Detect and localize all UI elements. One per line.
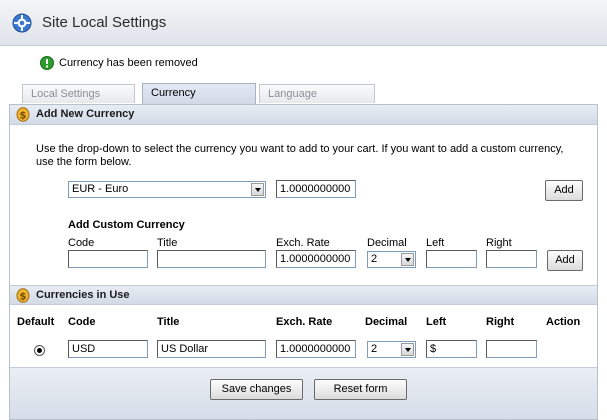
custom-code-input[interactable] (68, 250, 148, 268)
add-custom-currency-title: Add Custom Currency (68, 219, 185, 231)
custom-rate-input[interactable]: 1.0000000000 (276, 250, 356, 268)
row-rate-input[interactable]: 1.0000000000 (276, 340, 356, 358)
currency-select-value: EUR - Euro (72, 183, 129, 195)
add-new-currency-title: Add New Currency (36, 108, 135, 120)
gear-icon (12, 13, 32, 33)
col-code: Code (68, 316, 96, 328)
save-changes-button[interactable]: Save changes (210, 379, 303, 400)
currency-panel: $ Add New Currency Use the drop-down to … (9, 104, 598, 420)
custom-code-label: Code (68, 237, 95, 249)
status-notice: Currency has been removed (40, 55, 198, 71)
chevron-down-icon (251, 183, 264, 196)
col-left: Left (426, 316, 447, 328)
custom-title-input[interactable] (157, 250, 266, 268)
row-right-input[interactable] (486, 340, 537, 358)
row-decimal-select[interactable]: 2 (367, 341, 416, 358)
custom-title-label: Title (157, 237, 178, 249)
tab-local-settings[interactable]: Local Settings (22, 84, 135, 103)
custom-right-input[interactable] (486, 250, 537, 268)
custom-rate-label: Exch. Rate (276, 237, 330, 249)
info-icon (40, 56, 54, 70)
chevron-down-icon (401, 253, 414, 266)
currency-select[interactable]: EUR - Euro (68, 181, 266, 198)
svg-text:$: $ (20, 111, 27, 122)
form-footer: Save changes Reset form (10, 367, 597, 419)
svg-text:$: $ (20, 292, 27, 303)
col-default: Default (17, 316, 55, 328)
currencies-in-use-bar: $ Currencies in Use (10, 285, 597, 305)
custom-decimal-value: 2 (371, 253, 378, 265)
row-title-input[interactable]: US Dollar (157, 340, 266, 358)
instructions-text: Use the drop-down to select the currency… (36, 143, 564, 168)
col-action: Action (546, 316, 581, 328)
custom-right-label: Right (486, 237, 512, 249)
row-left-input[interactable]: $ (426, 340, 477, 358)
currencies-in-use-title: Currencies in Use (36, 289, 130, 301)
custom-left-label: Left (426, 237, 445, 249)
custom-decimal-select[interactable]: 2 (367, 251, 416, 268)
row-code-input[interactable]: USD (68, 340, 148, 358)
custom-decimal-label: Decimal (367, 237, 407, 249)
page-header: Site Local Settings (0, 0, 607, 46)
default-currency-radio[interactable] (34, 345, 45, 356)
col-decimal: Decimal (365, 316, 408, 328)
tab-language[interactable]: Language (259, 84, 375, 103)
add-custom-currency-button[interactable]: Add (547, 250, 583, 271)
chevron-down-icon (401, 343, 414, 356)
dollar-coin-icon: $ (16, 288, 30, 303)
reset-form-button[interactable]: Reset form (314, 379, 407, 400)
add-new-currency-bar: $ Add New Currency (10, 105, 597, 125)
custom-left-input[interactable] (426, 250, 477, 268)
row-decimal-value: 2 (371, 343, 378, 355)
add-currency-button[interactable]: Add (545, 180, 583, 201)
tab-currency[interactable]: Currency (142, 83, 256, 104)
page-title: Site Local Settings (42, 14, 167, 31)
col-title: Title (157, 316, 180, 328)
dollar-coin-icon: $ (16, 107, 30, 122)
col-right: Right (486, 316, 515, 328)
new-currency-rate-input[interactable]: 1.0000000000 (276, 180, 356, 198)
notice-text: Currency has been removed (59, 57, 198, 69)
col-rate: Exch. Rate (276, 316, 333, 328)
